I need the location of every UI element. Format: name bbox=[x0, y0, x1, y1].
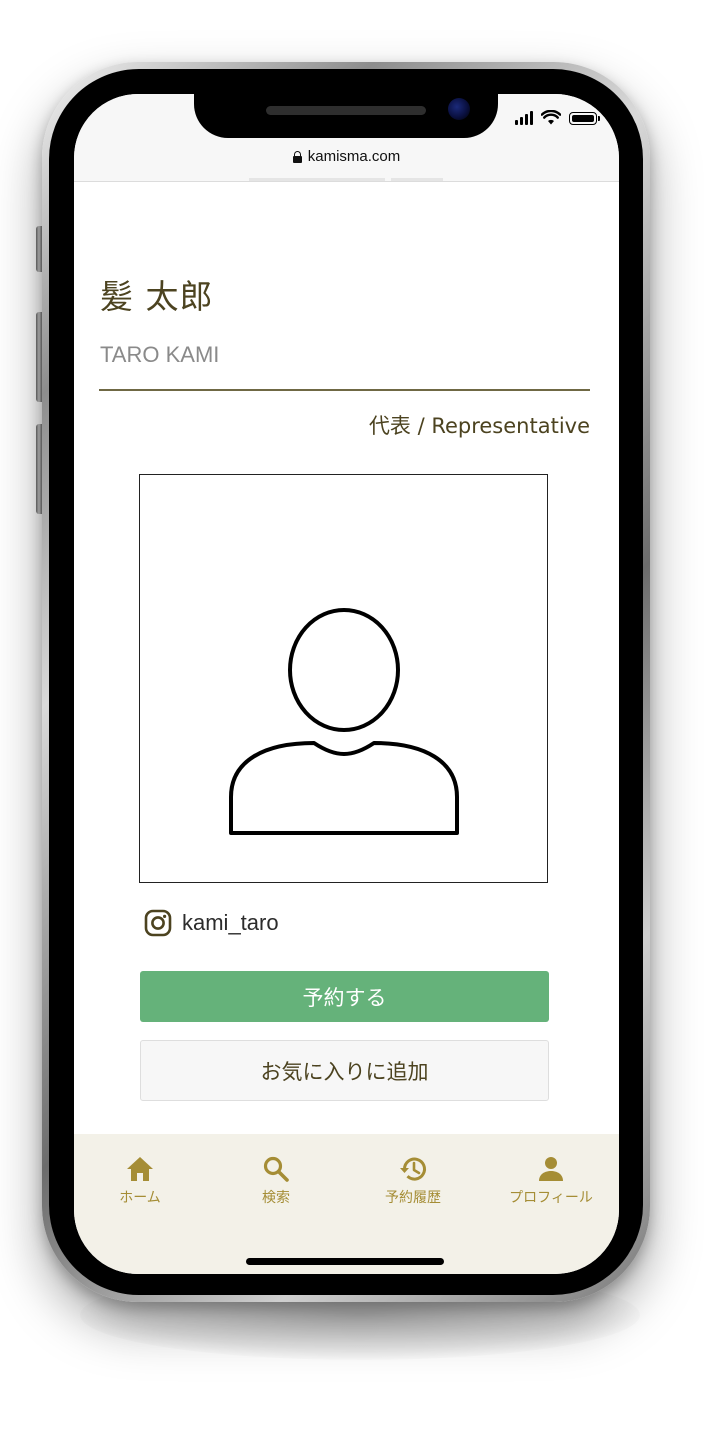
status-bar-icons bbox=[515, 110, 600, 125]
stylist-name-ja: 髪 太郎 bbox=[100, 277, 214, 316]
person-silhouette-icon bbox=[229, 608, 459, 835]
nav-profile-label: プロフィール bbox=[509, 1190, 593, 1206]
url-display[interactable]: kamisma.com bbox=[74, 148, 619, 165]
nav-search[interactable]: 検索 bbox=[208, 1154, 344, 1207]
battery-icon bbox=[569, 112, 600, 125]
instagram-handle: kami_taro bbox=[182, 910, 279, 935]
speaker-grille bbox=[266, 106, 426, 115]
stylist-role: 代表 / Representative bbox=[368, 414, 590, 438]
tab-indicator bbox=[249, 178, 443, 181]
nav-profile[interactable]: プロフィール bbox=[483, 1154, 619, 1207]
person-icon bbox=[539, 1157, 563, 1181]
wifi-icon bbox=[541, 110, 561, 125]
mockup-stage: kamisma.com 髪 太郎 TARO KAMI 代表 / Represen… bbox=[0, 0, 704, 1448]
nav-history-label: 予約履歴 bbox=[385, 1190, 441, 1206]
bottom-navigation: ホーム 検索 予約履歴 プロフィール bbox=[74, 1134, 619, 1274]
notch bbox=[194, 94, 498, 138]
name-divider bbox=[99, 389, 590, 391]
url-text: kamisma.com bbox=[307, 148, 401, 165]
nav-home[interactable]: ホーム bbox=[74, 1154, 208, 1207]
nav-search-label: 検索 bbox=[262, 1190, 290, 1206]
history-icon bbox=[400, 1157, 426, 1181]
nav-home-label: ホーム bbox=[119, 1190, 161, 1206]
nav-history[interactable]: 予約履歴 bbox=[345, 1154, 481, 1207]
instagram-link[interactable]: kami_taro bbox=[144, 909, 279, 937]
search-icon bbox=[263, 1156, 289, 1182]
stylist-name-en: TARO KAMI bbox=[100, 342, 220, 367]
home-icon bbox=[127, 1157, 153, 1181]
home-indicator[interactable] bbox=[246, 1258, 444, 1265]
profile-page: 髪 太郎 TARO KAMI 代表 / Representative kami_… bbox=[74, 182, 619, 1134]
front-camera bbox=[448, 98, 470, 120]
add-favorite-button[interactable]: お気に入りに追加 bbox=[140, 1040, 549, 1101]
profile-photo-placeholder bbox=[139, 474, 548, 883]
lock-icon bbox=[292, 151, 302, 163]
instagram-icon bbox=[144, 909, 172, 937]
reserve-button[interactable]: 予約する bbox=[140, 971, 549, 1022]
cellular-signal-icon bbox=[515, 111, 533, 125]
phone-screen: kamisma.com 髪 太郎 TARO KAMI 代表 / Represen… bbox=[74, 94, 619, 1274]
